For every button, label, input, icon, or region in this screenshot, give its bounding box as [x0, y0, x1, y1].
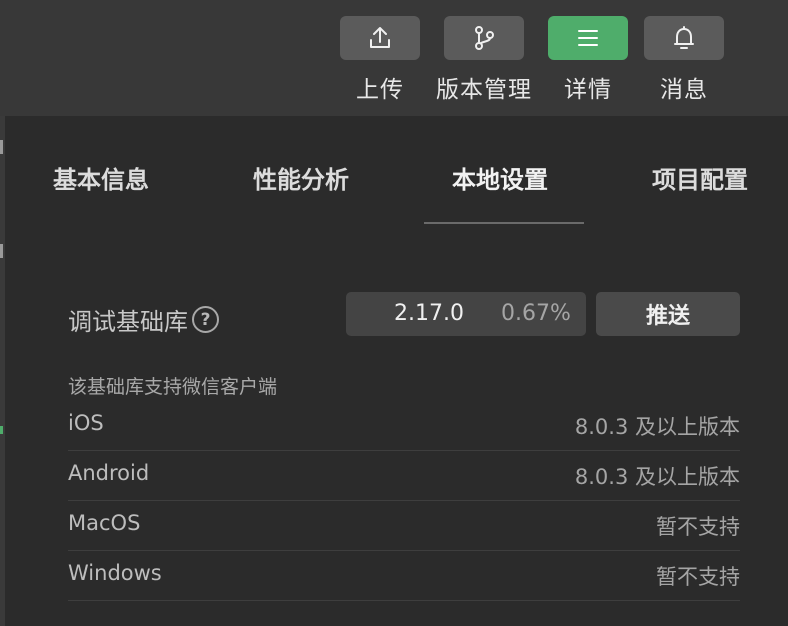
push-button[interactable]: 推送	[596, 292, 740, 336]
lib-version-select[interactable]: 2.17.0 0.67%	[346, 292, 586, 336]
support-row: iOS 8.0.3 及以上版本	[68, 401, 740, 451]
branch-icon	[475, 26, 494, 50]
os-requirement: 暂不支持	[656, 565, 740, 589]
details-panel: 基本信息 性能分析 本地设置 项目配置 调试基础库 ? 2.17.0 0.67%…	[5, 116, 788, 626]
os-requirement: 暂不支持	[656, 515, 740, 539]
version-management-button[interactable]	[444, 16, 524, 60]
menu-icon	[578, 30, 598, 46]
details-label: 详情	[564, 77, 612, 103]
toolbar: 上传 版本管理 详情 消息	[0, 0, 788, 116]
lib-version-value: 2.17.0	[394, 301, 464, 326]
debug-lib-row: 调试基础库 ?	[68, 302, 219, 337]
support-row: MacOS 暂不支持	[68, 501, 740, 551]
tab-local-settings[interactable]: 本地设置	[452, 160, 548, 195]
support-row: Windows 暂不支持	[68, 551, 740, 601]
messages-label: 消息	[660, 77, 708, 103]
active-tab-indicator	[424, 222, 584, 224]
help-icon[interactable]: ?	[192, 306, 219, 333]
os-requirement: 8.0.3 及以上版本	[574, 415, 740, 439]
os-name: MacOS	[68, 511, 141, 535]
version-management-label: 版本管理	[436, 77, 532, 103]
os-name: iOS	[68, 411, 104, 435]
tab-basic-info[interactable]: 基本信息	[53, 160, 149, 195]
debug-lib-label: 调试基础库	[68, 308, 188, 336]
edge-marker	[0, 140, 3, 154]
tab-performance[interactable]: 性能分析	[253, 160, 349, 195]
messages-button[interactable]	[644, 16, 724, 60]
upload-icon	[370, 27, 390, 48]
upload-label: 上传	[356, 77, 404, 103]
tab-project-config[interactable]: 项目配置	[652, 160, 748, 195]
os-name: Android	[68, 461, 150, 485]
bell-icon	[674, 26, 694, 49]
support-row: Android 8.0.3 及以上版本	[68, 451, 740, 501]
edge-marker	[0, 426, 3, 434]
edge-marker	[0, 244, 3, 258]
os-name: Windows	[68, 561, 162, 585]
lib-usage-percent: 0.67%	[501, 301, 571, 326]
upload-button[interactable]	[340, 16, 420, 60]
support-title: 该基础库支持微信客户端	[68, 376, 278, 398]
details-button[interactable]	[548, 16, 628, 60]
os-requirement: 8.0.3 及以上版本	[574, 465, 740, 489]
